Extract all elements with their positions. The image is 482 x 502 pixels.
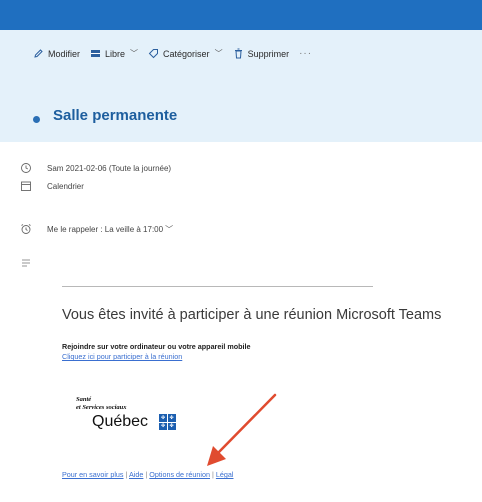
chevron-down-icon: ﹀ [130,49,139,58]
chevron-down-icon: ﹀ [165,224,174,234]
join-heading: Rejoindre sur votre ordinateur ou votre … [62,342,251,351]
more-options-button[interactable]: ··· [299,48,312,59]
event-date: Sam 2021-02-06 (Toute la journée) [47,163,172,173]
show-as-dropdown[interactable]: Libre ﹀ [90,48,138,59]
meeting-options-link[interactable]: Options de réunion [149,470,210,479]
invite-title: Vous êtes invité à participer à une réun… [62,307,442,323]
clock-icon [20,162,34,174]
join-meeting-link[interactable]: Cliquez ici pour participer à la réunion [62,352,182,361]
calendar-row: Calendrier [20,180,84,192]
pencil-icon [33,48,44,59]
logo-line1: Santé [76,396,92,403]
event-title: Salle permanente [53,107,178,124]
legal-link[interactable]: Légal [216,470,234,479]
reminder-row[interactable]: Me le rappeler : La veille à 17:00 ﹀ [20,223,173,235]
trash-icon [233,48,244,59]
category-dot [33,116,40,123]
delete-button[interactable]: Supprimer [233,48,290,59]
categorize-dropdown[interactable]: Catégoriser ﹀ [148,48,223,59]
quebec-flag-icon: ✤ ✤ ✤ ✤ [159,414,176,430]
busy-status-icon [90,48,101,59]
show-as-label: Libre [105,48,126,59]
notes-icon [20,257,34,269]
delete-label: Supprimer [247,48,290,59]
logo-line3: Québec [92,413,149,430]
reminder-text: Me le rappeler : La veille à 17:00 [47,224,164,234]
learn-more-link[interactable]: Pour en savoir plus [62,470,124,479]
alarm-icon [20,223,34,235]
event-date-row: Sam 2021-02-06 (Toute la journée) [20,162,171,174]
tag-icon [148,48,159,59]
categorize-label: Catégoriser [163,48,210,59]
logo-line2: et Services sociaux [76,404,127,411]
command-toolbar: Modifier Libre ﹀ Catégoriser ﹀ Supprimer… [0,30,482,93]
divider-line [62,286,373,287]
edit-button[interactable]: Modifier [33,48,80,59]
calendar-name: Calendrier [47,181,84,191]
more-label: ··· [299,48,313,59]
edit-label: Modifier [48,48,81,59]
help-link[interactable]: Aide [129,470,143,479]
annotation-arrow [207,393,277,466]
footer-links: Pour en savoir plus | Aide | Options de … [62,470,233,479]
chevron-down-icon: ﹀ [214,49,223,58]
top-bar [0,0,482,30]
notes-row [20,257,47,269]
calendar-icon [20,180,34,192]
